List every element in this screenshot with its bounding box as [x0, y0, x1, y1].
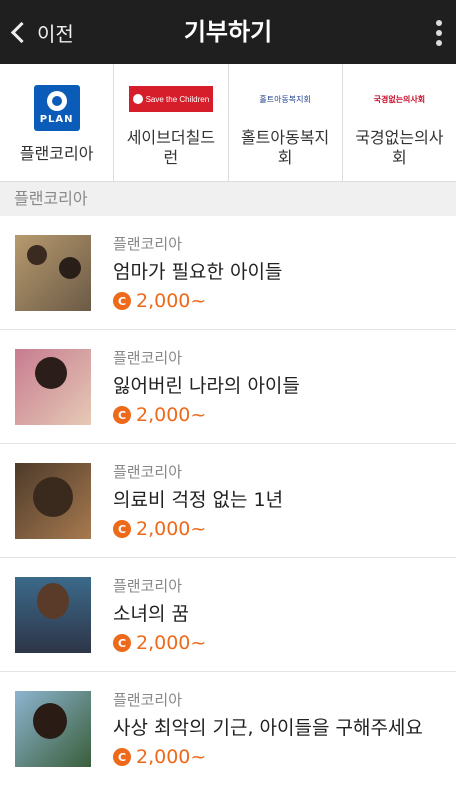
campaign-thumbnail — [15, 576, 91, 653]
msf-logo-icon: 국경없는의사회 — [373, 94, 426, 104]
list-item[interactable]: 플랜코리아 의료비 걱정 없는 1년 C 2,000~ — [0, 444, 456, 558]
org-name: 국경없는의사회 — [355, 128, 444, 167]
logo-box: 국경없는의사회 — [374, 64, 426, 134]
holt-logo-icon: 홀트아동복지회 — [259, 94, 311, 104]
campaign-thumbnail — [15, 348, 91, 425]
item-org: 플랜코리아 — [113, 349, 183, 367]
item-org: 플랜코리아 — [113, 577, 183, 595]
price-row: C 2,000~ — [113, 290, 282, 312]
org-tab-plan[interactable]: PLAN 플랜코리아 — [0, 64, 115, 181]
item-price: 2,000~ — [136, 746, 207, 768]
org-tab-save-the-children[interactable]: Save the Children 세이브더칠드런 — [114, 64, 229, 181]
list-item[interactable]: 플랜코리아 엄마가 필요한 아이들 C 2,000~ — [0, 216, 456, 330]
logo-box: 홀트아동복지회 — [259, 64, 311, 134]
logo-box: Save the Children — [128, 64, 213, 134]
item-price: 2,000~ — [136, 518, 207, 540]
price-row: C 2,000~ — [113, 746, 423, 768]
campaign-thumbnail — [15, 462, 91, 539]
page-title: 기부하기 — [183, 18, 273, 46]
coin-icon: C — [113, 292, 131, 310]
org-name: 플랜코리아 — [19, 144, 94, 163]
logo-box: PLAN — [33, 64, 80, 134]
dot-icon — [436, 20, 442, 26]
item-info: 플랜코리아 의료비 걱정 없는 1년 C 2,000~ — [113, 461, 283, 540]
item-price: 2,000~ — [136, 632, 207, 654]
item-title: 소녀의 꿈 — [113, 603, 189, 625]
price-row: C 2,000~ — [113, 404, 300, 426]
list-item[interactable]: 플랜코리아 소녀의 꿈 C 2,000~ — [0, 558, 456, 672]
coin-icon: C — [113, 406, 131, 424]
item-title: 잃어버린 나라의 아이들 — [113, 375, 300, 397]
dot-icon — [436, 40, 442, 46]
org-tab-holt[interactable]: 홀트아동복지회 홀트아동복지회 — [229, 64, 343, 181]
item-price: 2,000~ — [136, 404, 207, 426]
section-header: 플랜코리아 — [0, 182, 456, 216]
coin-icon: C — [113, 520, 131, 538]
coin-icon: C — [113, 748, 131, 766]
item-info: 플랜코리아 소녀의 꿈 C 2,000~ — [113, 575, 206, 654]
more-menu-button[interactable] — [436, 20, 442, 46]
price-row: C 2,000~ — [113, 632, 206, 654]
list-item[interactable]: 플랜코리아 사상 최악의 기근, 아이들을 구해주세요 C 2,000~ — [0, 672, 456, 785]
campaign-thumbnail — [15, 690, 91, 767]
item-info: 플랜코리아 잃어버린 나라의 아이들 C 2,000~ — [113, 347, 300, 426]
item-title: 사상 최악의 기근, 아이들을 구해주세요 — [113, 717, 423, 739]
list-item[interactable]: 플랜코리아 잃어버린 나라의 아이들 C 2,000~ — [0, 330, 456, 444]
item-org: 플랜코리아 — [113, 691, 183, 709]
plan-logo-icon: PLAN — [33, 85, 80, 131]
coin-icon: C — [113, 634, 131, 652]
save-the-children-logo-icon: Save the Children — [128, 86, 213, 112]
item-info: 플랜코리아 사상 최악의 기근, 아이들을 구해주세요 C 2,000~ — [113, 689, 423, 768]
org-name: 홀트아동복지회 — [240, 128, 330, 167]
item-info: 플랜코리아 엄마가 필요한 아이들 C 2,000~ — [113, 233, 282, 312]
item-price: 2,000~ — [136, 290, 207, 312]
org-name: 세이브더칠드런 — [126, 128, 216, 167]
campaign-thumbnail — [15, 234, 91, 311]
item-org: 플랜코리아 — [113, 235, 183, 253]
org-tab-msf[interactable]: 국경없는의사회 국경없는의사회 — [343, 64, 456, 181]
dot-icon — [436, 30, 442, 36]
item-title: 엄마가 필요한 아이들 — [113, 261, 283, 283]
top-bar: 이전 기부하기 — [0, 0, 456, 64]
item-org: 플랜코리아 — [113, 463, 183, 481]
item-title: 의료비 걱정 없는 1년 — [113, 489, 284, 511]
price-row: C 2,000~ — [113, 518, 283, 540]
org-tabs: PLAN 플랜코리아 Save the Children 세이브더칠드런 홀트아… — [0, 64, 456, 182]
